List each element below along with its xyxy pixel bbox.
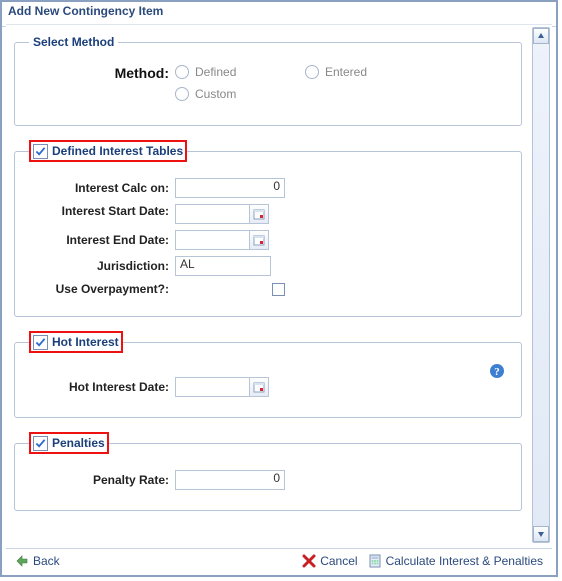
start-date-field	[175, 204, 269, 224]
group-title: Defined Interest Tables	[52, 144, 183, 158]
overpayment-label: Use Overpayment?:	[29, 282, 175, 296]
group-checkbox[interactable]	[33, 436, 48, 451]
end-date-field	[175, 230, 269, 250]
calculator-icon	[368, 554, 382, 568]
chevron-up-icon	[537, 32, 545, 40]
calculate-label: Calculate Interest & Penalties	[386, 554, 543, 568]
group-legend: Penalties	[29, 432, 109, 454]
cancel-button[interactable]: Cancel	[297, 552, 362, 570]
dialog-footer: Back Cancel Calculate Interest & Penalti…	[6, 548, 552, 572]
start-date-picker-button[interactable]	[249, 204, 269, 224]
group-penalties: Penalties Penalty Rate: 0	[14, 432, 522, 511]
scroll-down-button[interactable]	[533, 526, 549, 542]
group-legend: Select Method	[29, 35, 118, 49]
group-select-method: Select Method Method: Defined Entered	[14, 35, 522, 126]
overpayment-checkbox[interactable]	[272, 283, 285, 296]
interest-calc-label: Interest Calc on:	[29, 181, 175, 195]
start-date-label: Interest Start Date:	[29, 204, 175, 218]
hot-interest-date-picker-button[interactable]	[249, 377, 269, 397]
radio-icon	[175, 87, 189, 101]
svg-text:?: ?	[494, 366, 500, 378]
scrollbar-vertical[interactable]	[532, 27, 550, 543]
end-date-label: Interest End Date:	[29, 233, 175, 247]
group-checkbox[interactable]	[33, 144, 48, 159]
check-icon	[35, 337, 46, 348]
check-icon	[35, 438, 46, 449]
back-label: Back	[33, 554, 60, 568]
start-date-input[interactable]	[175, 204, 249, 224]
dialog-body: Select Method Method: Defined Entered	[6, 24, 552, 545]
help-icon[interactable]: ?	[489, 363, 505, 379]
jurisdiction-label: Jurisdiction:	[29, 259, 175, 273]
radio-label: Entered	[325, 65, 367, 79]
penalty-rate-input[interactable]: 0	[175, 470, 285, 490]
calendar-icon	[253, 208, 265, 220]
interest-calc-input[interactable]: 0	[175, 178, 285, 198]
chevron-down-icon	[537, 530, 545, 538]
group-hot-interest: Hot Interest ? Hot Interest Date:	[14, 331, 522, 418]
jurisdiction-input[interactable]: AL	[175, 256, 271, 276]
group-legend: Defined Interest Tables	[29, 140, 187, 162]
method-options: Defined Entered Custom	[175, 65, 435, 101]
cancel-icon	[302, 554, 316, 568]
radio-defined[interactable]: Defined	[175, 65, 305, 79]
group-legend: Hot Interest	[29, 331, 123, 353]
radio-entered[interactable]: Entered	[305, 65, 435, 79]
scroll-area: Select Method Method: Defined Entered	[8, 27, 530, 543]
dialog-add-contingency: Add New Contingency Item Select Method M…	[0, 0, 558, 577]
group-title: Penalties	[52, 436, 105, 450]
hot-interest-date-label: Hot Interest Date:	[29, 380, 175, 394]
penalty-rate-label: Penalty Rate:	[29, 473, 175, 487]
radio-icon	[175, 65, 189, 79]
method-label: Method:	[29, 65, 175, 81]
calendar-icon	[253, 234, 265, 246]
back-button[interactable]: Back	[10, 552, 65, 570]
calculate-button[interactable]: Calculate Interest & Penalties	[363, 552, 548, 570]
calendar-icon	[253, 381, 265, 393]
group-checkbox[interactable]	[33, 335, 48, 350]
radio-icon	[305, 65, 319, 79]
group-title: Hot Interest	[52, 335, 119, 349]
radio-label: Custom	[195, 87, 236, 101]
group-defined-interest: Defined Interest Tables Interest Calc on…	[14, 140, 522, 317]
hot-interest-date-input[interactable]	[175, 377, 249, 397]
radio-custom[interactable]: Custom	[175, 87, 305, 101]
radio-label: Defined	[195, 65, 236, 79]
scroll-up-button[interactable]	[533, 28, 549, 44]
end-date-input[interactable]	[175, 230, 249, 250]
check-icon	[35, 146, 46, 157]
back-arrow-icon	[15, 554, 29, 568]
cancel-label: Cancel	[320, 554, 357, 568]
hot-interest-date-field	[175, 377, 269, 397]
end-date-picker-button[interactable]	[249, 230, 269, 250]
